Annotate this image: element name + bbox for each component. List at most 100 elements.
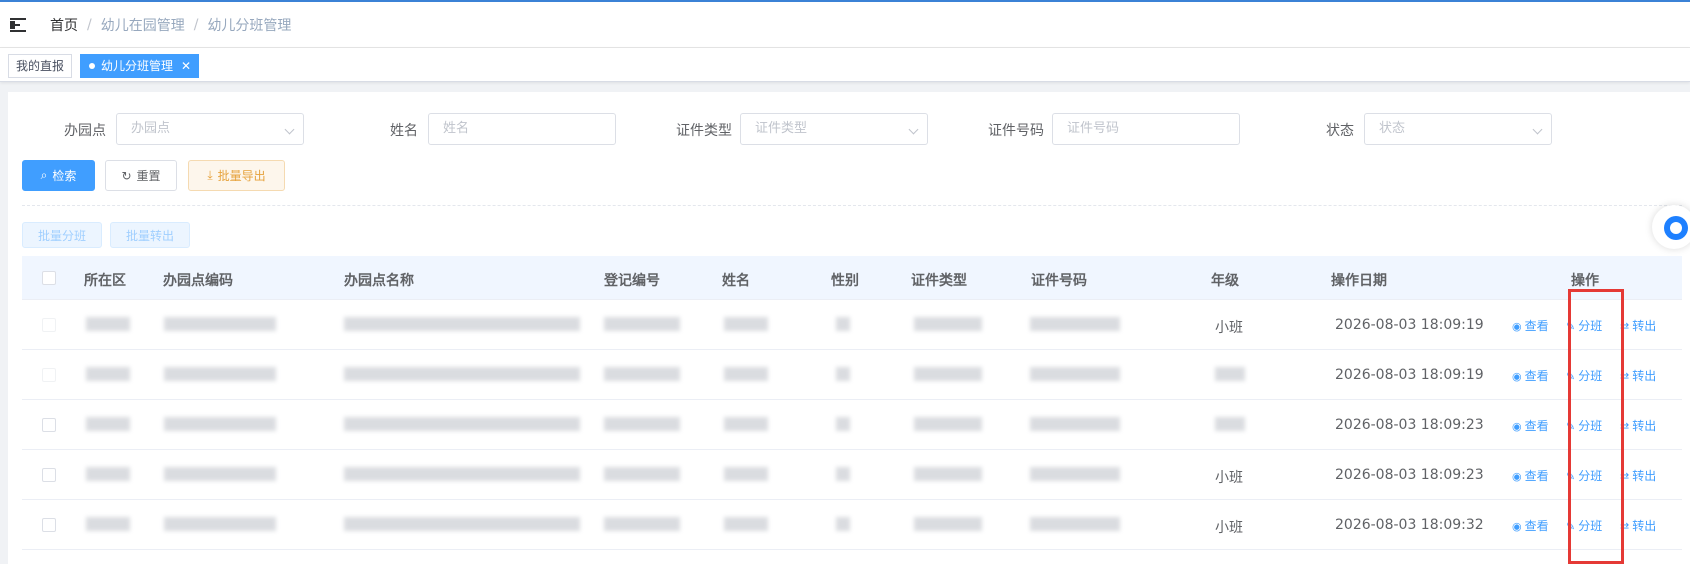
redacted-cell	[164, 467, 276, 481]
filter-label-name: 姓名	[390, 123, 418, 139]
redacted-cell	[86, 317, 130, 331]
id-number-input[interactable]: 证件号码	[1052, 113, 1240, 145]
redacted-cell	[86, 417, 130, 431]
transfer-link[interactable]: ⇄ 转出	[1620, 417, 1656, 434]
transfer-label: 转出	[1632, 469, 1657, 483]
row-checkbox[interactable]	[42, 368, 56, 382]
assign-link[interactable]: ✎ 分班	[1566, 517, 1602, 534]
date-cell: 2026-08-03 18:09:19	[1335, 367, 1484, 383]
status-select[interactable]: 状态	[1364, 113, 1552, 145]
grade-cell: 小班	[1215, 470, 1243, 486]
breadcrumb-home[interactable]: 首页	[50, 15, 78, 35]
sidebar-toggle-icon[interactable]	[10, 17, 28, 32]
view-label: 查看	[1524, 519, 1549, 533]
batch-transfer-button[interactable]: 批量转出	[110, 222, 190, 248]
tag-label: 幼儿分班管理	[101, 59, 174, 73]
assign-link[interactable]: ✎ 分班	[1566, 317, 1602, 334]
col-id-type: 证件类型	[911, 273, 967, 289]
breadcrumb-separator: /	[193, 16, 199, 33]
view-link[interactable]: ◉ 查看	[1512, 367, 1549, 384]
redacted-cell	[86, 517, 130, 531]
col-id-number: 证件号码	[1031, 273, 1087, 289]
redacted-cell	[344, 367, 580, 381]
assign-link[interactable]: ✎ 分班	[1566, 367, 1602, 384]
navbar: 首页 / 幼儿在园管理 / 幼儿分班管理	[0, 2, 1690, 48]
breadcrumb-kindergarten[interactable]: 幼儿在园管理	[101, 15, 185, 35]
row-checkbox[interactable]	[42, 468, 56, 482]
view-link[interactable]: ◉ 查看	[1512, 317, 1549, 334]
campus-select[interactable]: 办园点	[116, 113, 304, 145]
eye-icon: ◉	[1512, 470, 1522, 483]
transfer-link[interactable]: ⇄ 转出	[1620, 467, 1656, 484]
redacted-cell	[604, 317, 680, 331]
redacted-cell	[836, 317, 850, 331]
filter-label-status: 状态	[1326, 123, 1354, 139]
view-label: 查看	[1524, 319, 1549, 333]
tag-class-assign[interactable]: 幼儿分班管理 ✕	[80, 54, 200, 78]
transfer-icon: ⇄	[1620, 470, 1630, 483]
active-dot-icon	[89, 63, 95, 69]
reset-button[interactable]: ↻ 重置	[105, 160, 177, 191]
search-button[interactable]: ⌕ 检索	[22, 160, 95, 191]
assign-link[interactable]: ✎ 分班	[1566, 467, 1602, 484]
row-checkbox[interactable]	[42, 518, 56, 532]
redacted-cell	[164, 417, 276, 431]
assign-label: 分班	[1578, 369, 1603, 383]
eye-icon: ◉	[1512, 320, 1522, 333]
reset-button-label: 重置	[136, 169, 161, 183]
id-number-placeholder: 证件号码	[1067, 121, 1120, 136]
redacted-cell	[836, 517, 850, 531]
redacted-cell	[86, 467, 130, 481]
export-button-label: 批量导出	[217, 169, 266, 183]
view-link[interactable]: ◉ 查看	[1512, 467, 1549, 484]
transfer-link[interactable]: ⇄ 转出	[1620, 367, 1656, 384]
view-link[interactable]: ◉ 查看	[1512, 417, 1549, 434]
divider	[22, 205, 1682, 206]
table-row: 2026-08-03 18:09:23 ◉ 查看 ✎ 分班 ⇄ 转出	[22, 400, 1682, 450]
col-reg-number: 登记编号	[604, 273, 660, 289]
assign-link[interactable]: ✎ 分班	[1566, 417, 1602, 434]
breadcrumb: 首页 / 幼儿在园管理 / 幼儿分班管理	[50, 15, 291, 35]
assign-label: 分班	[1578, 469, 1603, 483]
batch-assign-button[interactable]: 批量分班	[22, 222, 102, 248]
row-checkbox[interactable]	[42, 318, 56, 332]
assign-label: 分班	[1578, 419, 1603, 433]
close-icon[interactable]: ✕	[181, 59, 191, 73]
row-checkbox[interactable]	[42, 418, 56, 432]
id-type-select[interactable]: 证件类型	[740, 113, 928, 145]
col-actions: 操作	[1571, 273, 1599, 289]
view-link[interactable]: ◉ 查看	[1512, 517, 1549, 534]
redacted-cell	[1215, 367, 1245, 381]
tag-my-report[interactable]: 我的直报	[8, 54, 73, 78]
eye-icon: ◉	[1512, 520, 1522, 533]
transfer-link[interactable]: ⇄ 转出	[1620, 517, 1656, 534]
transfer-icon: ⇄	[1620, 420, 1630, 433]
col-op-date: 操作日期	[1331, 273, 1387, 289]
name-input[interactable]: 姓名	[428, 113, 616, 145]
redacted-cell	[344, 467, 580, 481]
view-label: 查看	[1524, 469, 1549, 483]
redacted-cell	[604, 417, 680, 431]
status-placeholder: 状态	[1379, 121, 1406, 136]
col-gender: 性别	[831, 273, 859, 289]
grade-cell: 小班	[1215, 520, 1243, 536]
col-campus-code: 办园点编码	[163, 273, 233, 289]
edit-icon: ✎	[1566, 470, 1576, 483]
grade-cell: 小班	[1215, 320, 1243, 336]
select-all-checkbox[interactable]	[42, 271, 56, 285]
col-district: 所在区	[84, 273, 126, 289]
edit-icon: ✎	[1566, 370, 1576, 383]
col-grade: 年级	[1211, 273, 1239, 289]
name-placeholder: 姓名	[443, 121, 470, 136]
floating-assistant-icon[interactable]	[1652, 205, 1690, 249]
redacted-cell	[86, 367, 130, 381]
download-icon: ⤓	[207, 168, 213, 182]
redacted-cell	[164, 317, 276, 331]
transfer-link[interactable]: ⇄ 转出	[1620, 317, 1656, 334]
assign-label: 分班	[1578, 519, 1603, 533]
transfer-label: 转出	[1632, 369, 1657, 383]
table-row: 小班 2026-08-03 18:09:19 ◉ 查看 ✎ 分班 ⇄ 转出	[22, 300, 1682, 350]
redacted-cell	[344, 517, 580, 531]
export-button[interactable]: ⤓ 批量导出	[188, 160, 285, 191]
redacted-cell	[836, 467, 850, 481]
